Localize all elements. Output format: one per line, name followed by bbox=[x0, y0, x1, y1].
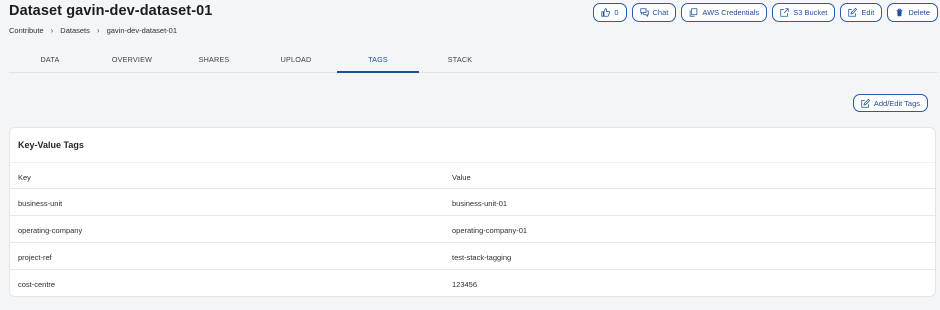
edit-icon bbox=[861, 98, 870, 108]
tab-overview[interactable]: OVERVIEW bbox=[91, 49, 173, 73]
tag-value: operating-company-01 bbox=[452, 226, 528, 235]
s3-bucket-label: S3 Bucket bbox=[793, 8, 828, 17]
table-row: business-unit business-unit-01 bbox=[10, 189, 935, 216]
tag-key: cost-centre bbox=[18, 280, 56, 289]
add-edit-tags-button[interactable]: Add/Edit Tags bbox=[852, 94, 928, 112]
table-row: cost-centre 123456 bbox=[10, 270, 935, 297]
chat-icon bbox=[639, 8, 649, 17]
chevron-right-icon: › bbox=[50, 26, 54, 35]
trash-icon bbox=[896, 8, 903, 17]
tag-value: 123456 bbox=[452, 280, 478, 289]
table-row: project-ref test-stack-tagging bbox=[10, 243, 935, 270]
like-button[interactable]: 0 bbox=[593, 3, 627, 22]
table-header-row: Key Value bbox=[10, 162, 935, 189]
edit-icon bbox=[848, 8, 858, 17]
delete-label: Delete bbox=[908, 8, 930, 17]
table-row: operating-company operating-company-01 bbox=[10, 216, 935, 243]
column-header-value: Value bbox=[452, 173, 471, 182]
tab-tags[interactable]: TAGS bbox=[337, 49, 419, 73]
copy-icon bbox=[690, 8, 698, 17]
breadcrumb-current: gavin-dev-dataset-01 bbox=[106, 26, 178, 35]
tags-table: Key Value business-unit business-unit-01… bbox=[10, 162, 935, 297]
tab-upload[interactable]: UPLOAD bbox=[255, 49, 337, 73]
edit-label: Edit bbox=[861, 8, 875, 17]
action-toolbar: 0 Chat AWS Credentials S3 Bucket Edit De… bbox=[593, 3, 938, 22]
tag-key: operating-company bbox=[18, 226, 83, 235]
tag-key: project-ref bbox=[18, 253, 52, 262]
tab-stack[interactable]: STACK bbox=[419, 49, 501, 73]
chevron-right-icon: › bbox=[96, 26, 100, 35]
tags-card: Key-Value Tags Key Value business-unit b… bbox=[9, 127, 936, 297]
add-edit-tags-label: Add/Edit Tags bbox=[873, 98, 920, 108]
page-title: Dataset gavin-dev-dataset-01 bbox=[9, 3, 213, 19]
card-title: Key-Value Tags bbox=[18, 140, 84, 150]
aws-credentials-label: AWS Credentials bbox=[702, 8, 760, 17]
aws-credentials-button[interactable]: AWS Credentials bbox=[681, 3, 768, 22]
edit-button[interactable]: Edit bbox=[840, 3, 883, 22]
chat-button[interactable]: Chat bbox=[631, 3, 677, 22]
breadcrumb-contribute[interactable]: Contribute bbox=[9, 26, 44, 35]
thumbs-up-icon bbox=[601, 8, 611, 17]
tab-shares[interactable]: SHARES bbox=[173, 49, 255, 73]
s3-bucket-button[interactable]: S3 Bucket bbox=[772, 3, 836, 22]
chat-label: Chat bbox=[652, 8, 669, 17]
page-header: Dataset gavin-dev-dataset-01 Contribute … bbox=[9, 3, 212, 35]
tag-key: business-unit bbox=[18, 199, 63, 208]
breadcrumb-datasets[interactable]: Datasets bbox=[60, 26, 90, 35]
tab-data[interactable]: DATA bbox=[9, 49, 91, 73]
tag-value: test-stack-tagging bbox=[452, 253, 512, 262]
external-link-icon bbox=[780, 8, 789, 17]
tag-value: business-unit-01 bbox=[452, 199, 508, 208]
delete-button[interactable]: Delete bbox=[887, 3, 938, 22]
like-count: 0 bbox=[614, 8, 619, 17]
breadcrumb: Contribute › Datasets › gavin-dev-datase… bbox=[9, 26, 212, 35]
column-header-key: Key bbox=[18, 173, 31, 182]
tab-bar: DATA OVERVIEW SHARES UPLOAD TAGS STACK bbox=[9, 49, 939, 73]
